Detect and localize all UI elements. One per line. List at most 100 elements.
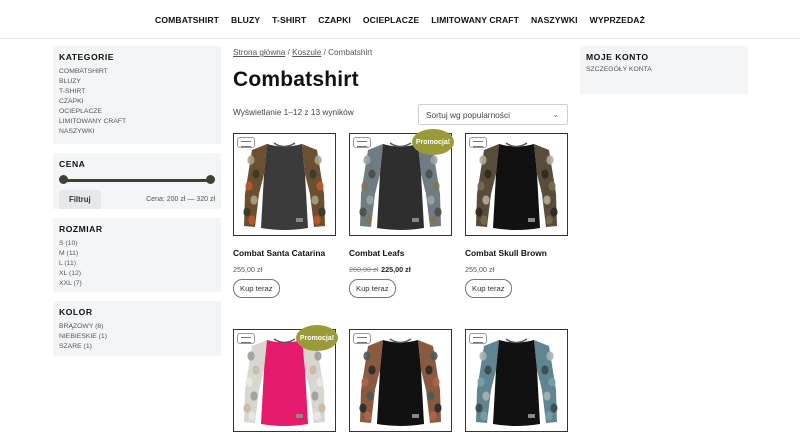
sleeve-pattern-spot: [545, 411, 553, 421]
shirt-tag: [528, 414, 535, 418]
sleeve-pattern-spot: [475, 207, 483, 217]
results-count: Wyświetlanie 1–12 z 13 wyników: [233, 107, 354, 117]
product-image[interactable]: [349, 329, 452, 432]
category-link-bluzy[interactable]: BLUZY: [59, 77, 215, 87]
sleeve-pattern-spot: [252, 169, 260, 179]
sleeve-pattern-spot: [316, 377, 324, 387]
sleeve-pattern-spot: [247, 155, 255, 165]
sleeve-pattern-spot: [359, 207, 367, 217]
sleeve-pattern-spot: [548, 181, 556, 191]
sleeve-pattern-spot: [245, 181, 253, 191]
sleeve-pattern-spot: [477, 181, 485, 191]
nav-item-czapki[interactable]: CZAPKI: [316, 15, 353, 25]
sleeve-pattern-spot: [247, 351, 255, 361]
sleeve-pattern-spot: [366, 195, 374, 205]
price-slider-min-handle[interactable]: [59, 175, 68, 184]
buy-now-button[interactable]: Kup teraz: [233, 279, 280, 298]
price-slider-max-handle[interactable]: [206, 175, 215, 184]
size-title: ROZMIAR: [59, 224, 103, 234]
category-link-tshirt[interactable]: T-SHIRT: [59, 87, 215, 97]
nav-item-bluzy[interactable]: BLUZY: [229, 15, 262, 25]
sleeve-pattern-spot: [243, 207, 251, 217]
nav-item-wyprzedaz[interactable]: WYPRZEDAŻ: [588, 15, 647, 25]
sleeve-pattern-spot: [361, 181, 369, 191]
shirt-body: [377, 144, 424, 230]
brand-logo-icon: [469, 333, 487, 344]
buy-now-button[interactable]: Kup teraz: [349, 279, 396, 298]
shirt-image: [359, 338, 442, 426]
chevron-down-icon: ⌄: [552, 110, 559, 119]
product-name[interactable]: Combat Leafs: [349, 248, 452, 258]
brand-logo-icon: [469, 137, 487, 148]
product-image[interactable]: [465, 329, 568, 432]
nav-item-ocieplacze[interactable]: OCIEPLACZE: [361, 15, 421, 25]
color-option-szare[interactable]: SZARE (1): [59, 342, 215, 352]
brand-logo-icon: [353, 137, 371, 148]
category-link-czapki[interactable]: CZAPKI: [59, 97, 215, 107]
sleeve-pattern-spot: [313, 411, 321, 421]
sort-select[interactable]: Sortuj wg popularności ⌄: [418, 104, 568, 125]
product-card: [465, 329, 568, 432]
account-title: MOJE KONTO: [586, 52, 649, 62]
color-option-niebieskie[interactable]: NIEBIESKIE (1): [59, 332, 215, 342]
category-link-limitowany-craft[interactable]: LIMITOWANY CRAFT: [59, 117, 215, 127]
sleeve-pattern-spot: [430, 351, 438, 361]
brand-logo-icon: [237, 137, 255, 148]
sleeve-pattern-spot: [252, 365, 260, 375]
sleeve-pattern-spot: [541, 365, 549, 375]
product-name[interactable]: Combat Skull Brown: [465, 248, 568, 258]
brand-logo-icon: [237, 333, 255, 344]
product-image[interactable]: [465, 133, 568, 236]
size-option-xl[interactable]: XL (12): [59, 269, 215, 279]
shirt-image: [475, 338, 558, 426]
breadcrumb-home-link[interactable]: Strona główna: [233, 48, 285, 57]
sleeve-pattern-spot: [429, 411, 437, 421]
product-price-value: 255,00 zł: [465, 265, 495, 274]
category-link-ocieplacze[interactable]: OCIEPLACZE: [59, 107, 215, 117]
product-image[interactable]: [233, 133, 336, 236]
size-option-s[interactable]: S (10): [59, 239, 215, 249]
category-link-combatshirt[interactable]: COMBATSHIRT: [59, 67, 215, 77]
filter-button[interactable]: Filtruj: [59, 190, 101, 209]
sleeve-pattern-spot: [359, 403, 367, 413]
sleeve-pattern-spot: [543, 195, 551, 205]
size-option-m[interactable]: M (11): [59, 249, 215, 259]
shirt-image: [243, 142, 326, 230]
product-card: Promocja! Combat Leafs 260,00 zł 225,00 z…: [349, 129, 454, 298]
size-option-xxl[interactable]: XXL (7): [59, 279, 215, 289]
product-price: 255,00 zł: [233, 265, 336, 274]
buy-now-button[interactable]: Kup teraz: [465, 279, 512, 298]
sleeve-pattern-spot: [314, 155, 322, 165]
sleeve-pattern-spot: [484, 169, 492, 179]
product-name[interactable]: Combat Santa Catarina: [233, 248, 336, 258]
breadcrumb-koszule-link[interactable]: Koszule: [292, 48, 321, 57]
color-title: KOLOR: [59, 307, 93, 317]
price-slider[interactable]: [59, 174, 215, 186]
sleeve-pattern-spot: [541, 169, 549, 179]
account-details-link[interactable]: SZCZEGÓŁY KONTA: [586, 66, 742, 73]
sleeve-pattern-spot: [366, 391, 374, 401]
product-price-value: 255,00 zł: [233, 265, 263, 274]
sleeve-pattern-spot: [475, 403, 483, 413]
sleeve-pattern-spot: [477, 377, 485, 387]
product-price: 260,00 zł 225,00 zł: [349, 265, 452, 274]
size-option-l[interactable]: L (11): [59, 259, 215, 269]
sleeve-pattern-spot: [316, 181, 324, 191]
shirt-tag: [412, 414, 419, 418]
sleeve-pattern-spot: [363, 351, 371, 361]
sleeve-pattern-spot: [364, 411, 372, 421]
color-option-brazowy[interactable]: BRĄZOWY (6): [59, 322, 215, 332]
shirt-body: [493, 340, 540, 426]
sleeve-pattern-spot: [484, 365, 492, 375]
category-link-naszywki[interactable]: NASZYWKI: [59, 127, 215, 137]
nav-item-naszywki[interactable]: NASZYWKI: [529, 15, 580, 25]
account-widget: MOJE KONTO SZCZEGÓŁY KONTA: [580, 46, 748, 94]
shirt-tag: [412, 218, 419, 222]
nav-item-combatshirt[interactable]: COMBATSHIRT: [153, 15, 221, 25]
shirt-body: [377, 340, 424, 426]
nav-item-limitowany-craft[interactable]: LIMITOWANY CRAFT: [429, 15, 521, 25]
shirt-tag: [296, 218, 303, 222]
sleeve-pattern-spot: [434, 207, 442, 217]
nav-item-tshirt[interactable]: T-SHIRT: [270, 15, 308, 25]
product-price: 255,00 zł: [465, 265, 568, 274]
